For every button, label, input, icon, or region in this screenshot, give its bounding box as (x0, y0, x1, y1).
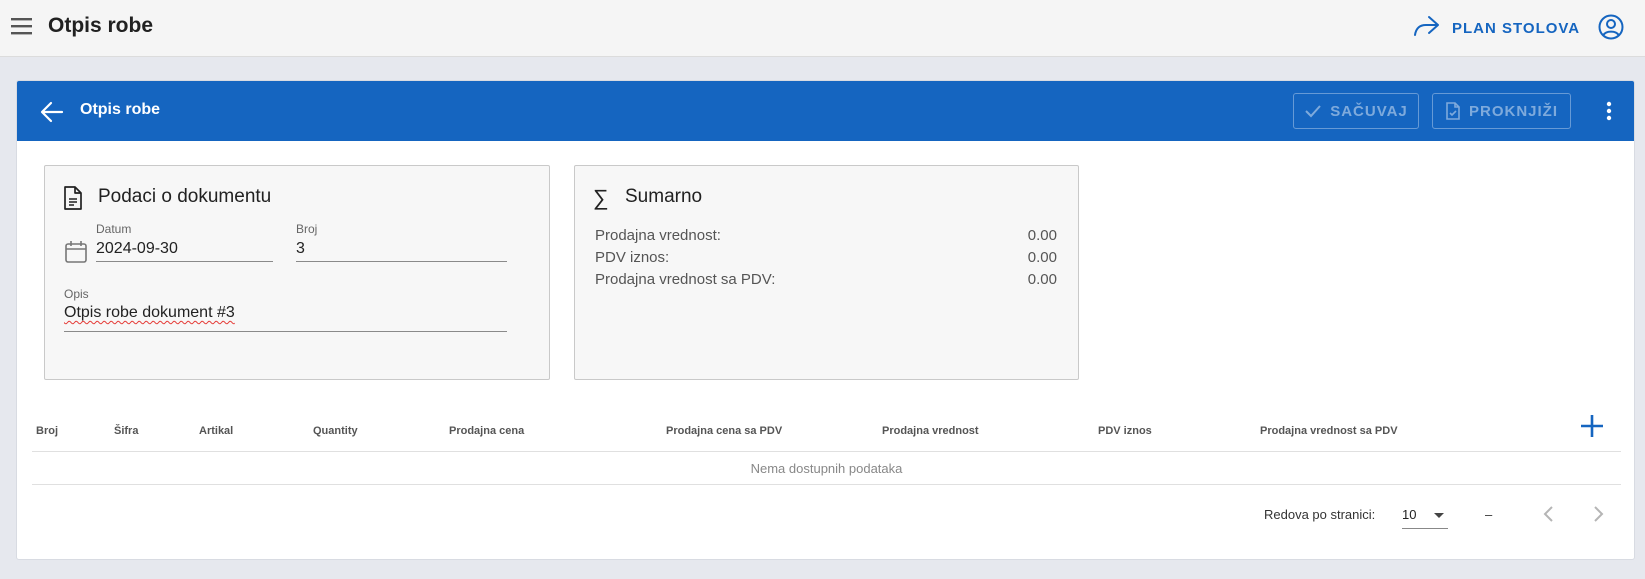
document-icon (63, 186, 83, 215)
number-label: Broj (296, 222, 318, 236)
summary-row: PDV iznos: 0.00 (595, 249, 1057, 266)
summary-panel: ∑ Sumarno Prodajna vrednost: 0.00 PDV iz… (574, 165, 1079, 380)
menu-icon[interactable] (9, 13, 35, 39)
summary-label: PDV iznos: (595, 249, 670, 266)
plan-stolova-button[interactable]: PLAN STOLOVA (1412, 12, 1580, 44)
column-header-broj[interactable]: Broj (36, 425, 58, 437)
rows-per-page-label: Redova po stranici: (1264, 507, 1376, 522)
summary-label: Prodajna vrednost: (595, 227, 721, 244)
card-title: Otpis robe (80, 101, 161, 118)
add-row-icon[interactable] (1578, 412, 1606, 440)
column-header-prodajna-cena[interactable]: Prodajna cena (449, 425, 524, 437)
summary-panel-title: Sumarno (625, 186, 703, 207)
plan-stolova-label: PLAN STOLOVA (1452, 19, 1581, 37)
back-arrow-icon[interactable] (39, 99, 65, 125)
rows-per-page-select[interactable]: 10 (1402, 501, 1448, 529)
table-empty-row: Nema dostupnih podataka (750, 460, 903, 476)
column-header-prodajna-vrednost-sa-pdv[interactable]: Prodajna vrednost sa PDV (1260, 425, 1398, 437)
summary-value: 0.00 (1027, 271, 1057, 288)
post-button[interactable]: PROKNJIŽI (1432, 93, 1571, 129)
card-header: Otpis robe SAČUVAJ PROKNJIŽI (17, 81, 1634, 141)
save-label: SAČUVAJ (1330, 102, 1408, 120)
description-value: Otpis robe dokument #3 (64, 304, 235, 321)
date-field[interactable] (96, 236, 273, 262)
check-icon (1305, 105, 1321, 118)
summary-value: 0.00 (1027, 249, 1057, 266)
document-panel-title: Podaci o dokumentu (98, 186, 272, 207)
description-field[interactable]: Otpis robe dokument #3 (64, 302, 507, 332)
table-divider (32, 484, 1621, 485)
account-circle-icon[interactable] (1597, 13, 1625, 41)
prev-page-icon[interactable] (1537, 502, 1561, 526)
column-header-artikal[interactable]: Artikal (199, 425, 233, 437)
rows-per-page-value: 10 (1402, 507, 1417, 522)
summary-row: Prodajna vrednost: 0.00 (595, 227, 1057, 244)
save-button[interactable]: SAČUVAJ (1293, 93, 1419, 129)
description-label: Opis (64, 287, 89, 301)
column-header-quantity[interactable]: Quantity (313, 425, 358, 437)
more-vert-icon[interactable] (1597, 99, 1621, 123)
next-page-icon[interactable] (1586, 502, 1610, 526)
post-label: PROKNJIŽI (1468, 102, 1558, 120)
column-header-sifra[interactable]: Šifra (114, 425, 138, 437)
share-arrow-icon (1412, 14, 1440, 43)
summary-row: Prodajna vrednost sa PDV: 0.00 (595, 271, 1057, 288)
dropdown-caret-icon (1434, 513, 1444, 518)
calendar-icon[interactable] (64, 240, 88, 269)
column-header-prodajna-cena-sa-pdv[interactable]: Prodajna cena sa PDV (666, 425, 782, 437)
summary-label: Prodajna vrednost sa PDV: (595, 271, 776, 288)
file-check-icon (1446, 102, 1460, 120)
page-range: – (1485, 507, 1493, 522)
document-card: Otpis robe SAČUVAJ PROKNJIŽI Podaci o do… (16, 80, 1635, 560)
document-details-panel: Podaci o dokumentu Datum Broj Opis Otpis… (44, 165, 550, 380)
date-label: Datum (96, 222, 132, 236)
column-header-pdv-iznos[interactable]: PDV iznos (1098, 425, 1152, 437)
summary-value: 0.00 (1027, 227, 1057, 244)
app-bar: Otpis robe PLAN STOLOVA (0, 0, 1645, 57)
sigma-icon: ∑ (593, 185, 609, 210)
app-title: Otpis robe (48, 14, 154, 37)
number-field[interactable] (296, 236, 507, 262)
column-header-prodajna-vrednost[interactable]: Prodajna vrednost (882, 425, 979, 437)
